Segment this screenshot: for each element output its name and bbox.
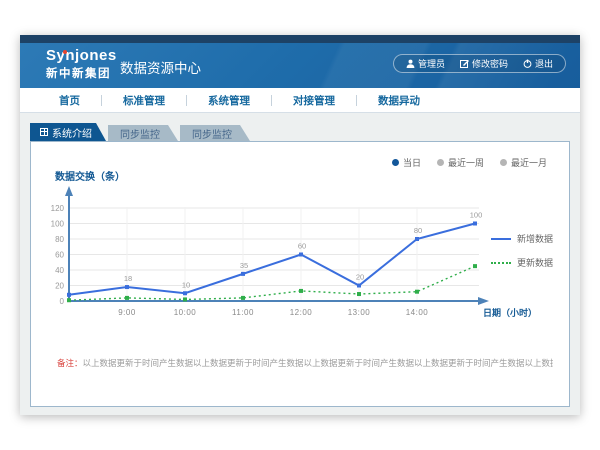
y-tick-label: 120 — [51, 204, 65, 213]
data-point — [299, 289, 303, 293]
content-area: 系统介绍 同步监控 同步监控 当日 最近一周 — [20, 113, 580, 415]
data-point — [241, 272, 245, 276]
legend-label: 更新数据 — [517, 256, 553, 269]
x-tick-label: 11:00 — [232, 308, 254, 317]
data-point — [67, 293, 71, 297]
nav-item-home[interactable]: 首页 — [38, 93, 101, 108]
y-tick-label: 40 — [55, 266, 64, 275]
point-label: 80 — [414, 226, 422, 235]
radio-today[interactable]: 当日 — [392, 156, 421, 169]
chart-legend: 新增数据 更新数据 — [491, 232, 553, 280]
main-nav: 首页 标准管理 系统管理 对接管理 数据异动 — [20, 88, 580, 113]
x-tick-label: 14:00 — [406, 308, 429, 317]
point-label: 60 — [298, 242, 306, 251]
logout-label: 退出 — [535, 57, 553, 70]
brand-logo-text: Synjones — [46, 47, 117, 64]
data-point — [67, 298, 71, 302]
change-password-button[interactable]: 修改密码 — [460, 57, 508, 70]
data-point — [241, 296, 245, 300]
brand-logo: Synjones 新中新集团 — [46, 47, 117, 81]
y-tick-label: 60 — [55, 251, 64, 260]
y-axis-arrow — [65, 186, 73, 196]
data-point — [183, 291, 187, 295]
tab-bar: 系统介绍 同步监控 同步监控 — [30, 123, 250, 141]
y-tick-label: 20 — [55, 282, 64, 291]
point-label: 10 — [182, 280, 190, 289]
grid-icon — [40, 128, 48, 136]
x-tick-label: 13:00 — [348, 308, 371, 317]
radio-last-month[interactable]: 最近一月 — [500, 156, 547, 169]
x-axis-title: 日期（小时） — [483, 307, 537, 318]
logo-red-accent — [63, 50, 67, 54]
y-tick-label: 80 — [55, 235, 64, 244]
nav-item-interface-mgmt[interactable]: 对接管理 — [272, 93, 356, 108]
footnote-text: 以上数据更新于时间产生数据以上数据更新于时间产生数据以上数据更新于时间产生数据以… — [83, 358, 553, 368]
user-name-label: 管理员 — [418, 57, 445, 70]
data-point — [299, 253, 303, 257]
footnote-prefix: 备注： — [57, 358, 83, 368]
x-tick-label: 12:00 — [290, 308, 313, 317]
x-axis-arrow — [478, 297, 489, 305]
time-range-selector: 当日 最近一周 最近一月 — [392, 156, 547, 169]
chart-panel: 当日 最近一周 最近一月 数据交换（条） 0204060801001209:00… — [30, 141, 570, 407]
series-line — [69, 266, 475, 300]
radio-dot — [392, 159, 399, 166]
point-label: 35 — [240, 261, 248, 270]
user-menu[interactable]: 管理员 — [406, 57, 445, 70]
data-point — [473, 264, 477, 268]
data-point — [415, 237, 419, 241]
brand-logo-chinese: 新中新集团 — [46, 65, 117, 81]
legend-item-updated-data[interactable]: 更新数据 — [491, 256, 553, 269]
tab-label: 系统介绍 — [52, 125, 92, 140]
radio-last-week[interactable]: 最近一周 — [437, 156, 484, 169]
radio-dot — [437, 159, 444, 166]
power-icon — [523, 59, 532, 68]
point-label: 100 — [470, 211, 483, 220]
point-label: 18 — [124, 274, 132, 283]
nav-item-system-mgmt[interactable]: 系统管理 — [187, 93, 271, 108]
x-tick-label: 10:00 — [174, 308, 197, 317]
radio-label: 最近一周 — [448, 156, 484, 169]
dotted-line-swatch — [491, 262, 511, 264]
edit-icon — [460, 59, 469, 68]
data-point — [357, 292, 361, 296]
legend-label: 新增数据 — [517, 232, 553, 245]
line-chart: 0 20 40 60 80 100 120 9:00 10:00 11:00 12:00 13:00 1… — [39, 171, 569, 346]
solid-line-swatch — [491, 238, 511, 240]
data-point — [473, 222, 477, 226]
tab-sync-monitor-2[interactable]: 同步监控 — [180, 125, 250, 141]
data-point — [415, 290, 419, 294]
y-tick-label: 100 — [51, 220, 65, 229]
point-label: 20 — [356, 273, 364, 282]
user-toolbar: 管理员 修改密码 退出 — [393, 54, 566, 73]
radio-label: 当日 — [403, 156, 421, 169]
logout-button[interactable]: 退出 — [523, 57, 553, 70]
app-header: Synjones 新中新集团 数据资源中心 管理员 修改密码 — [20, 43, 580, 88]
tab-label: 同步监控 — [192, 126, 232, 141]
tab-system-intro[interactable]: 系统介绍 — [30, 123, 106, 141]
footnote: 备注：以上数据更新于时间产生数据以上数据更新于时间产生数据以上数据更新于时间产生… — [57, 357, 553, 369]
x-tick-label: 9:00 — [118, 308, 136, 317]
data-point — [183, 297, 187, 301]
radio-label: 最近一月 — [511, 156, 547, 169]
legend-item-new-data[interactable]: 新增数据 — [491, 232, 553, 245]
data-point — [125, 285, 129, 289]
change-password-label: 修改密码 — [472, 57, 508, 70]
y-tick-label: 0 — [60, 297, 65, 306]
page-title: 数据资源中心 — [120, 43, 201, 88]
data-point — [357, 284, 361, 288]
radio-dot — [500, 159, 507, 166]
tab-sync-monitor-1[interactable]: 同步监控 — [108, 125, 178, 141]
nav-item-data-change[interactable]: 数据异动 — [357, 93, 441, 108]
tab-label: 同步监控 — [120, 126, 160, 141]
data-point — [125, 296, 129, 300]
user-icon — [406, 59, 415, 68]
header-top-strip — [20, 35, 580, 43]
app-window: Synjones 新中新集团 数据资源中心 管理员 修改密码 — [20, 35, 580, 415]
nav-item-standard-mgmt[interactable]: 标准管理 — [102, 93, 186, 108]
